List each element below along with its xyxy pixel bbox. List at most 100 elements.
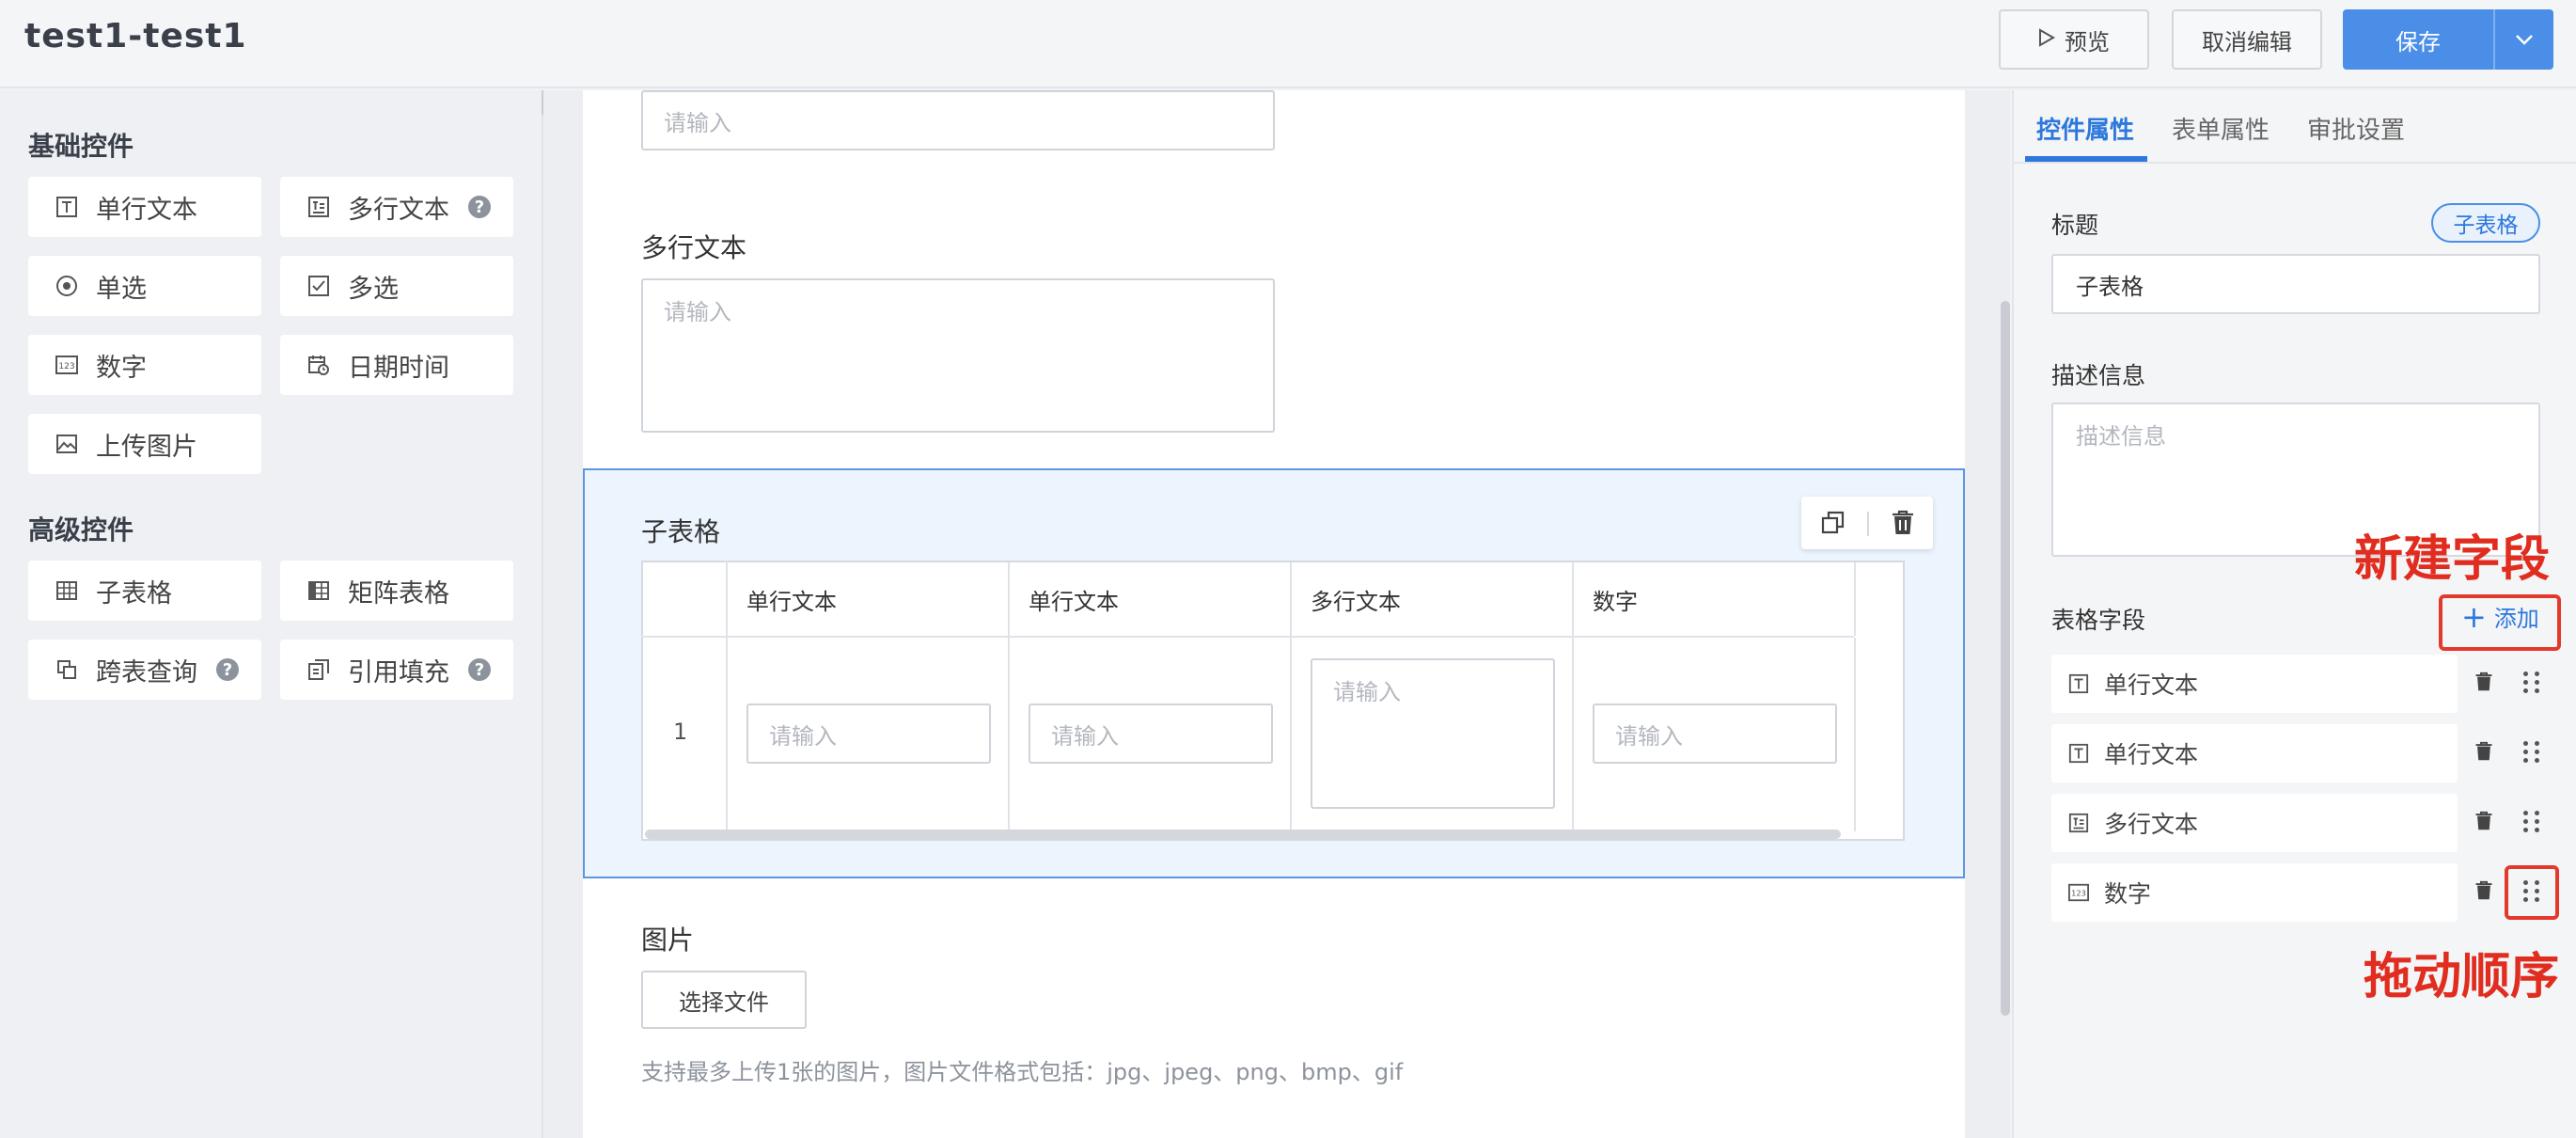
matrix-table-icon xyxy=(306,578,331,603)
help-icon[interactable]: ? xyxy=(216,658,239,681)
drag-handle-icon[interactable] xyxy=(2523,741,2540,763)
widget-label: 引用填充 xyxy=(348,657,449,688)
checkbox-icon xyxy=(306,274,331,298)
radio-icon xyxy=(55,274,79,298)
widget-single-line-text[interactable]: 单行文本 xyxy=(28,177,261,237)
field-list-item[interactable]: 123 数字 xyxy=(2051,863,2458,922)
widget-label: 单选 xyxy=(96,274,147,304)
chevron-down-icon xyxy=(2515,31,2534,49)
widget-subtable[interactable]: 子表格 xyxy=(28,561,261,621)
basic-widgets-title: 基础控件 xyxy=(28,131,134,162)
tabs-bottom-border xyxy=(2014,162,2576,164)
active-tab-indicator xyxy=(2025,156,2147,162)
choose-file-button[interactable]: 选择文件 xyxy=(641,971,807,1029)
multi-line-text-icon xyxy=(306,195,331,219)
field-label: 多行文本 xyxy=(2104,811,2199,838)
title-label: 标题 xyxy=(2051,212,2099,239)
advanced-widgets-title: 高级控件 xyxy=(28,514,134,545)
number-icon: 123 xyxy=(2066,880,2091,905)
cross-query-icon xyxy=(55,657,79,682)
field-list-item[interactable]: 单行文本 xyxy=(2051,724,2458,782)
tab-control-properties[interactable]: 控件属性 xyxy=(2036,111,2134,146)
annotation-drag-order: 拖动顺序 xyxy=(2364,949,2560,1005)
drag-handle-icon[interactable] xyxy=(2523,672,2540,693)
row-number: 1 xyxy=(673,719,688,745)
table-icon xyxy=(55,578,79,603)
column-header: 单行文本 xyxy=(1010,562,1292,636)
title-input[interactable]: 子表格 xyxy=(2051,254,2540,314)
save-button-group: 保存 xyxy=(2343,9,2553,70)
column-header: 单行文本 xyxy=(728,562,1010,636)
number-icon: 123 xyxy=(55,353,79,377)
annotation-highlight-add xyxy=(2439,594,2561,651)
widget-multi-line-text[interactable]: 多行文本 ? xyxy=(280,177,513,237)
tab-form-properties[interactable]: 表单属性 xyxy=(2172,111,2270,146)
widget-reference-fill[interactable]: 引用填充 ? xyxy=(280,640,513,700)
save-button[interactable]: 保存 xyxy=(2343,9,2493,70)
widget-number[interactable]: 123 数字 xyxy=(28,335,261,395)
annotation-new-field: 新建字段 xyxy=(2354,531,2551,588)
multi-line-text-icon xyxy=(2066,811,2091,835)
widget-matrix-table[interactable]: 矩阵表格 xyxy=(280,561,513,621)
copy-icon[interactable] xyxy=(1814,506,1852,540)
delete-icon[interactable] xyxy=(1884,506,1922,540)
multiline-input[interactable]: 请输入 xyxy=(641,278,1275,433)
row-number-column xyxy=(641,561,728,839)
subtable-field-label: 子表格 xyxy=(641,516,721,547)
field-label: 单行文本 xyxy=(2104,741,2199,768)
single-line-input[interactable]: 请输入 xyxy=(641,90,1275,150)
cell-input[interactable]: 请输入 xyxy=(746,703,991,764)
widget-cross-query[interactable]: 跨表查询 ? xyxy=(28,640,261,700)
app-title: test1-test1 xyxy=(24,17,247,55)
trash-icon[interactable] xyxy=(2474,672,2493,696)
widget-label: 子表格 xyxy=(96,578,172,609)
field-label: 数字 xyxy=(2104,880,2152,908)
table-horizontal-scrollbar[interactable] xyxy=(645,830,1841,839)
table-fields-label: 表格字段 xyxy=(2051,607,2146,634)
cell-textarea[interactable]: 请输入 xyxy=(1311,658,1555,809)
reference-fill-icon xyxy=(306,657,331,682)
help-icon[interactable]: ? xyxy=(468,196,491,218)
image-icon xyxy=(55,432,79,456)
widget-label: 跨表查询 xyxy=(96,657,197,688)
tab-approval-settings[interactable]: 审批设置 xyxy=(2307,111,2405,146)
widget-label: 多选 xyxy=(348,274,399,304)
widget-label: 数字 xyxy=(96,353,147,383)
trash-icon[interactable] xyxy=(2474,811,2493,835)
widget-datetime[interactable]: 日期时间 xyxy=(280,335,513,395)
toolbar-divider xyxy=(1867,512,1869,536)
cancel-edit-button[interactable]: 取消编辑 xyxy=(2172,9,2322,70)
cancel-edit-label: 取消编辑 xyxy=(2202,28,2292,55)
widget-radio[interactable]: 单选 xyxy=(28,256,261,316)
help-icon[interactable]: ? xyxy=(468,658,491,681)
field-list-item[interactable]: 多行文本 xyxy=(2051,794,2458,852)
save-dropdown-button[interactable] xyxy=(2495,9,2553,70)
single-line-text-icon xyxy=(55,195,79,219)
field-list-item[interactable]: 单行文本 xyxy=(2051,655,2458,713)
svg-text:123: 123 xyxy=(2071,889,2086,898)
svg-text:123: 123 xyxy=(58,362,74,371)
image-field-label: 图片 xyxy=(641,925,695,956)
cell-input[interactable]: 请输入 xyxy=(1029,703,1273,764)
preview-button[interactable]: 预览 xyxy=(1999,9,2149,70)
widget-upload-image[interactable]: 上传图片 xyxy=(28,414,261,474)
widget-label: 矩阵表格 xyxy=(348,578,449,609)
drag-handle-icon[interactable] xyxy=(2523,811,2540,832)
trash-icon[interactable] xyxy=(2474,741,2493,766)
widget-label: 上传图片 xyxy=(96,432,197,462)
play-icon xyxy=(2038,26,2056,53)
column-header: 数字 xyxy=(1574,562,1856,636)
widget-checkbox[interactable]: 多选 xyxy=(280,256,513,316)
description-label: 描述信息 xyxy=(2051,362,2146,389)
annotation-highlight-drag xyxy=(2505,865,2559,920)
single-line-text-icon xyxy=(2066,672,2091,696)
preview-label: 预览 xyxy=(2065,28,2110,55)
cell-input[interactable]: 请输入 xyxy=(1593,703,1837,764)
widget-label: 日期时间 xyxy=(348,353,449,383)
single-line-text-icon xyxy=(2066,741,2091,766)
canvas-vertical-scrollbar[interactable] xyxy=(2001,301,2010,1016)
widget-label: 多行文本 xyxy=(348,195,449,225)
trash-icon[interactable] xyxy=(2474,880,2493,905)
type-badge: 子表格 xyxy=(2431,203,2540,243)
field-label: 单行文本 xyxy=(2104,672,2199,699)
